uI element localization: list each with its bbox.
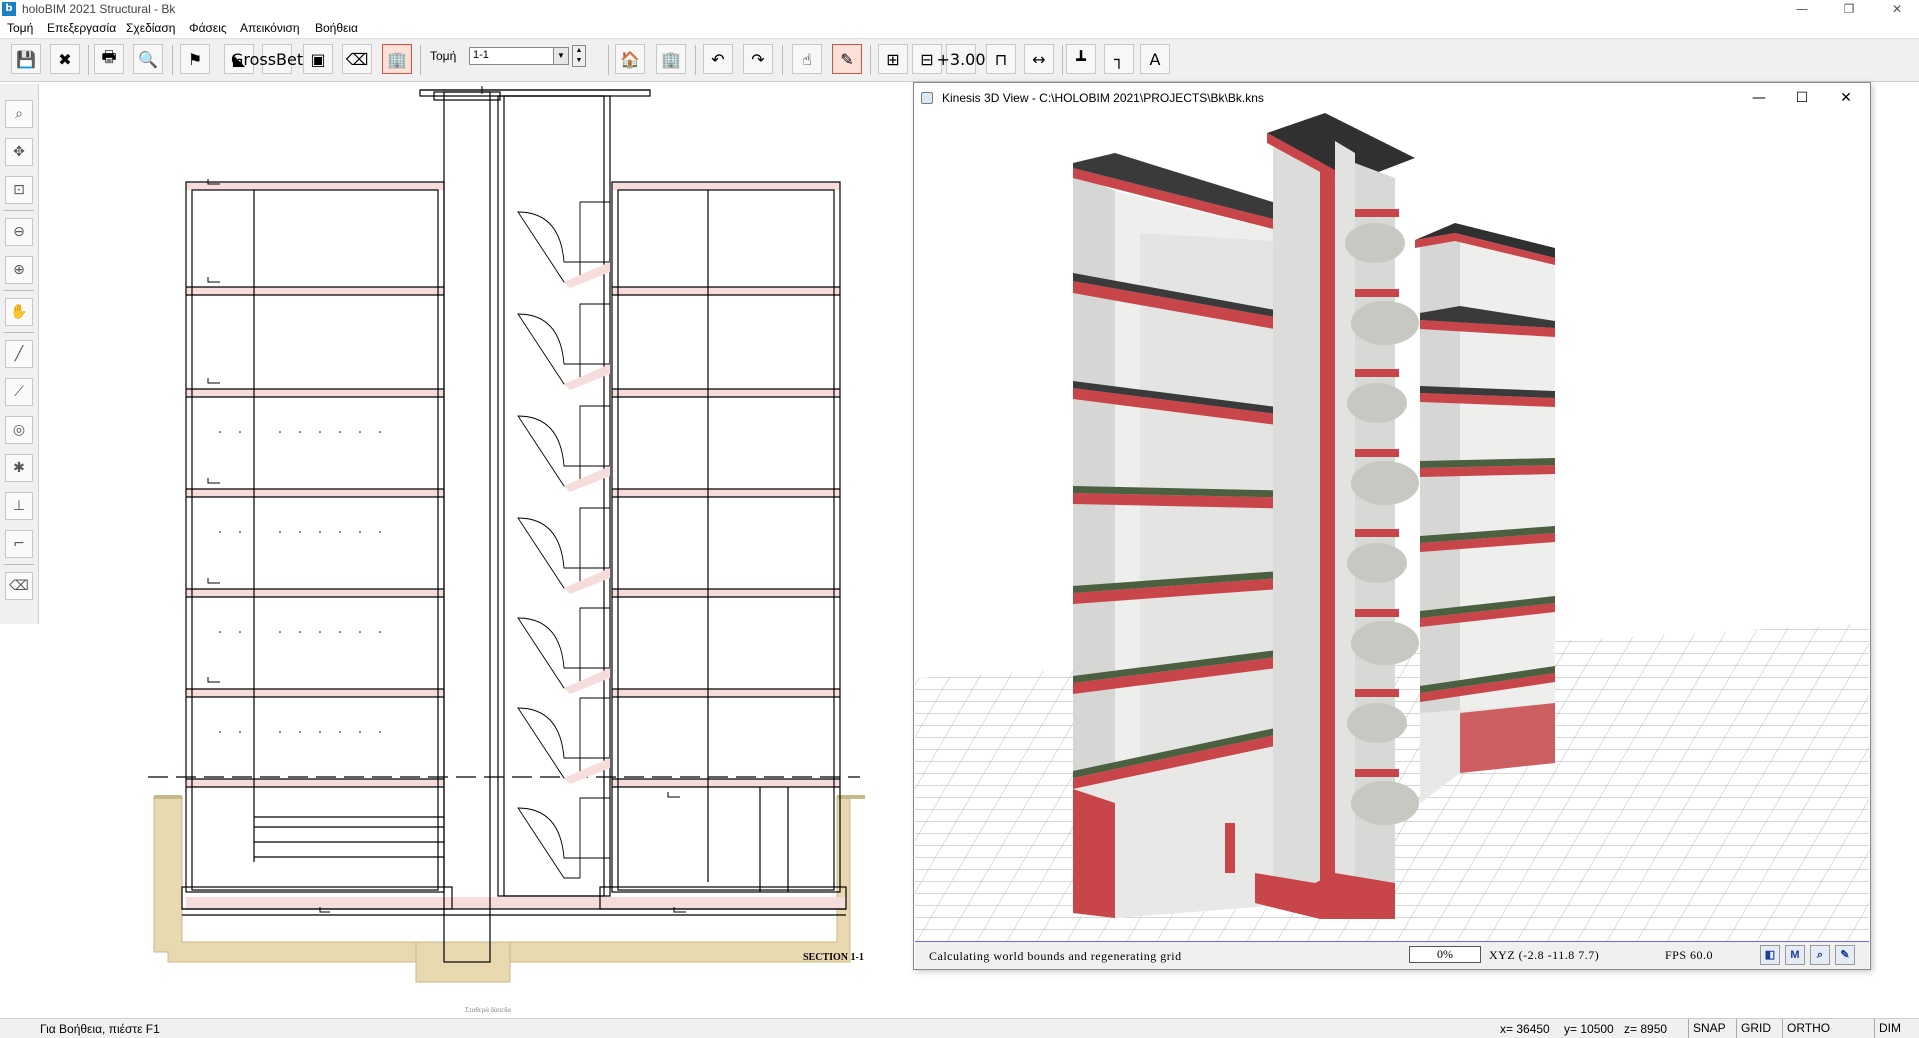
kinesis-title-bar[interactable]: Kinesis 3D View - C:\HOLOBIM 2021\PROJEC… [914, 83, 1870, 113]
print-icon[interactable]: 🖶 [94, 44, 124, 74]
zoom-in-icon[interactable]: ⊕ [5, 256, 33, 284]
redo-icon[interactable]: ↷ [743, 44, 773, 74]
minimize-icon[interactable]: — [1785, 0, 1819, 18]
section-label: Τομή [430, 49, 457, 63]
kinesis-close-icon[interactable]: ✕ [1826, 87, 1866, 109]
level-icon[interactable]: ⊞ [878, 44, 908, 74]
corner-icon[interactable]: ⌐ [5, 530, 33, 558]
restore-icon[interactable]: ❐ [1832, 0, 1866, 18]
section-select-value: 1-1 [473, 49, 489, 61]
grid-toggle[interactable]: GRID [1736, 1019, 1782, 1038]
menu-section[interactable]: Τομή [7, 21, 33, 35]
frame-icon[interactable]: ▣ [303, 44, 333, 74]
kinesis-window-icon [921, 92, 933, 104]
chevron-down-icon[interactable]: ▼ [553, 48, 568, 64]
menu-edit[interactable]: Επεξεργασία [47, 21, 116, 35]
section-title: SECTION 1-1 [803, 952, 864, 963]
line-icon[interactable]: ╱ [5, 340, 33, 368]
pen-icon[interactable]: ✎ [832, 44, 862, 74]
kinesis-zoom-icon[interactable]: ⌕ [1810, 945, 1830, 965]
zoom-extents-icon[interactable]: ⊡ [5, 176, 33, 204]
coord-y: y= 10500 [1564, 1022, 1614, 1036]
coord-x: x= 36450 [1500, 1022, 1550, 1036]
zoom-window-icon[interactable]: ⌕ [5, 100, 33, 128]
kinesis-window-title: Kinesis 3D View - C:\HOLOBIM 2021\PROJEC… [942, 91, 1264, 105]
kinesis-camera-icon[interactable]: ◧ [1760, 945, 1780, 965]
3d-building-icon[interactable]: 🏠 [615, 44, 645, 74]
eraser-icon[interactable]: ⌫ [5, 572, 33, 600]
menu-bar: Τομή Επεξεργασία Σχεδίαση Φάσεις Απεικόν… [0, 18, 1919, 38]
window-title: holoBIM 2021 Structural - Bk [22, 2, 176, 16]
left-tool-palette: ⌕ ✥ ⊡ ⊖ ⊕ ✋ ╱ ⟋ ◎ ✱ ⊥ ⌐ ⌫ [0, 84, 39, 624]
drawing-caption: Σταθερά δάπεδα [465, 1006, 512, 1014]
gross-label: Gross [230, 49, 277, 69]
print-preview-icon[interactable]: 🔍 [133, 44, 163, 74]
kinesis-3d-window[interactable]: Kinesis 3D View - C:\HOLOBIM 2021\PROJEC… [913, 82, 1871, 970]
gross-beton-button[interactable]: Gross Beton [231, 44, 323, 74]
building-view-icon[interactable]: 🏢 [656, 44, 686, 74]
rebar-icon[interactable]: ⚑ [180, 44, 210, 74]
kinesis-settings-icon[interactable]: ✎ [1835, 945, 1855, 965]
section-spinner[interactable]: ▲ ▼ [572, 45, 586, 67]
kinesis-minimize-icon[interactable]: — [1739, 87, 1779, 109]
app-logo-icon: b [2, 2, 16, 16]
section-select[interactable]: 1-1 ▼ [469, 47, 569, 65]
kinesis-progress: 0% [1409, 946, 1481, 963]
pan-icon[interactable]: ✥ [5, 138, 33, 166]
kinesis-3d-viewport[interactable] [915, 113, 1869, 941]
menu-help[interactable]: Βοήθεια [315, 21, 358, 35]
snap-toggle[interactable]: SNAP [1688, 1019, 1736, 1038]
circle-icon[interactable]: ◎ [5, 416, 33, 444]
column-icon[interactable]: ┻ [1066, 44, 1096, 74]
elevation-button[interactable]: +3.00 [936, 44, 986, 74]
save-icon[interactable]: 💾 [11, 44, 41, 74]
section-drawing [148, 86, 865, 983]
building-section-icon[interactable]: 🏢 [382, 44, 412, 74]
text-tool-label: A [1149, 49, 1161, 69]
kinesis-status-bar: Calculating world bounds and regeneratin… [915, 941, 1869, 969]
text-tool-button[interactable]: A [1140, 44, 1170, 74]
kinesis-maximize-icon[interactable]: ☐ [1782, 87, 1822, 109]
section-drawing-canvas[interactable]: SECTION 1-1 Σταθερά δάπεδα [40, 82, 910, 1017]
zoom-out-icon[interactable]: ⊖ [5, 218, 33, 246]
coord-z: z= 8950 [1624, 1022, 1668, 1036]
perpendicular-icon[interactable]: ⊥ [5, 492, 33, 520]
elevation-label: +3.00 [936, 49, 986, 69]
kinesis-fps-readout: FPS 60.0 [1665, 948, 1714, 962]
close-file-icon[interactable]: ✖ [50, 44, 80, 74]
hand-pointer-icon[interactable]: ☝ [792, 44, 822, 74]
point-icon[interactable]: ✱ [5, 454, 33, 482]
kinesis-m-button[interactable]: M [1785, 945, 1805, 965]
dim-toggle[interactable]: DIM [1874, 1019, 1919, 1038]
polyline-icon[interactable]: ⟋ [5, 378, 33, 406]
kinesis-xyz-readout: XYZ (-2.8 -11.8 7.7) [1489, 948, 1600, 962]
rubber-icon[interactable]: ⌫ [342, 44, 372, 74]
close-icon[interactable]: ✕ [1880, 0, 1914, 18]
ortho-toggle[interactable]: ORTHO [1782, 1019, 1874, 1038]
section-frame-icon[interactable]: ⊓ [986, 44, 1016, 74]
status-bar: Για Βοήθεια, πιέστε F1 x= 36450 y= 10500… [0, 1018, 1919, 1038]
dimension-icon[interactable]: ↔ [1024, 44, 1054, 74]
status-help-text: Για Βοήθεια, πιέστε F1 [40, 1022, 160, 1036]
title-bar: b holoBIM 2021 Structural - Bk — ❐ ✕ [0, 0, 1919, 18]
3d-model-render [915, 113, 1869, 941]
menu-draw[interactable]: Σχεδίαση [126, 21, 175, 35]
menu-view[interactable]: Απεικόνιση [240, 21, 300, 35]
menu-phases[interactable]: Φάσεις [189, 21, 227, 35]
main-toolbar: 💾 ✖ 🖶 🔍 ⚑ ◣ Gross Beton ▣ ⌫ 🏢 🏠 🏢 ↶ ↷ ☝ … [0, 38, 1919, 82]
beam-icon[interactable]: ┐ [1104, 44, 1134, 74]
undo-icon[interactable]: ↶ [703, 44, 733, 74]
hand-pan-icon[interactable]: ✋ [5, 298, 33, 326]
kinesis-status-text: Calculating world bounds and regeneratin… [929, 949, 1182, 963]
